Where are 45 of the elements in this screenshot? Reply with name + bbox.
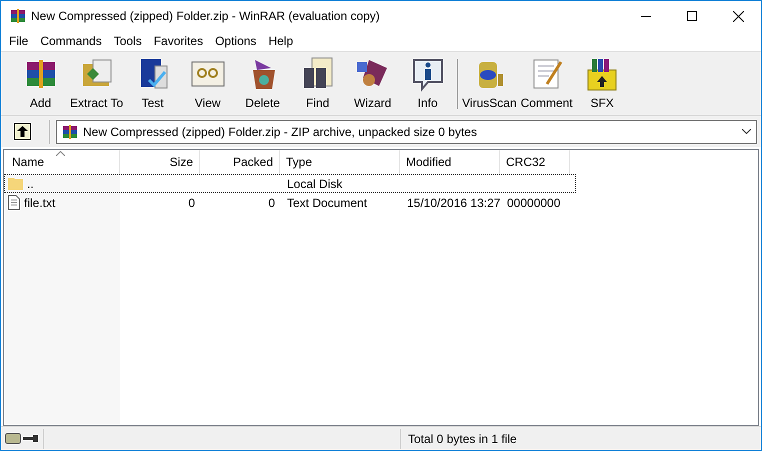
column-header[interactable]: Packed xyxy=(200,150,280,174)
menu-item[interactable]: Options xyxy=(209,32,262,50)
table-cell: 0 xyxy=(188,196,195,210)
table-cell-text: file.txt xyxy=(24,194,56,212)
toolbar-button[interactable]: Add xyxy=(13,54,68,114)
window-title: New Compressed (zipped) Folder.zip - WinRAR (evaluation copy) xyxy=(31,8,380,25)
chevron-down-icon xyxy=(742,129,751,134)
up-button[interactable] xyxy=(14,123,31,140)
close-icon xyxy=(732,10,744,22)
table-cell: Local Disk xyxy=(287,176,342,190)
menu-item[interactable]: File xyxy=(3,32,34,50)
toolbar-button[interactable]: Delete xyxy=(235,54,290,114)
column-header[interactable]: Type xyxy=(280,150,400,174)
column-header[interactable]: Modified xyxy=(400,150,500,174)
table-cell: Text Document xyxy=(287,196,368,210)
toolbar-button[interactable]: View xyxy=(180,54,236,114)
up-arrow-icon xyxy=(17,126,28,137)
menu-item[interactable]: Tools xyxy=(108,32,148,50)
toolbar-button[interactable]: Comment xyxy=(518,54,575,114)
folder-icon xyxy=(8,177,23,190)
toolbar-button[interactable]: Test xyxy=(125,54,180,114)
table-cell-text: .. xyxy=(27,176,34,192)
toolbar-button[interactable]: Info xyxy=(400,54,456,114)
toolbar-button[interactable]: VirusScan xyxy=(460,54,519,114)
address-dropdown[interactable]: New Compressed (zipped) Folder.zip - ZIP archive, unpacked size 0 bytes xyxy=(56,120,757,144)
toolbar-button[interactable]: Find xyxy=(290,54,346,114)
menu-item[interactable]: Commands xyxy=(34,32,108,50)
app-icon xyxy=(9,7,27,25)
table-cell: 15/10/2016 13:27 xyxy=(407,196,500,210)
key-icon xyxy=(23,434,39,443)
column-header[interactable]: Size xyxy=(120,150,200,174)
toolbar-button[interactable]: SFX xyxy=(574,54,630,114)
table-cell: 0 xyxy=(268,196,275,210)
archive-icon xyxy=(61,122,79,140)
text-file-icon xyxy=(8,195,20,210)
address-text: New Compressed (zipped) Folder.zip - ZIP archive, unpacked size 0 bytes xyxy=(83,124,478,140)
menu-item[interactable]: Favorites xyxy=(148,32,210,50)
menu-item[interactable]: Help xyxy=(262,32,300,50)
maximize-icon xyxy=(687,11,697,21)
table-cell: 00000000 xyxy=(507,196,560,210)
toolbar-button[interactable]: Wizard xyxy=(345,54,400,114)
column-header[interactable]: CRC32 xyxy=(500,150,570,174)
status-text: Total 0 bytes in 1 file xyxy=(408,430,517,448)
drive-icon xyxy=(5,433,21,444)
toolbar-button[interactable]: Extract To xyxy=(68,54,126,114)
